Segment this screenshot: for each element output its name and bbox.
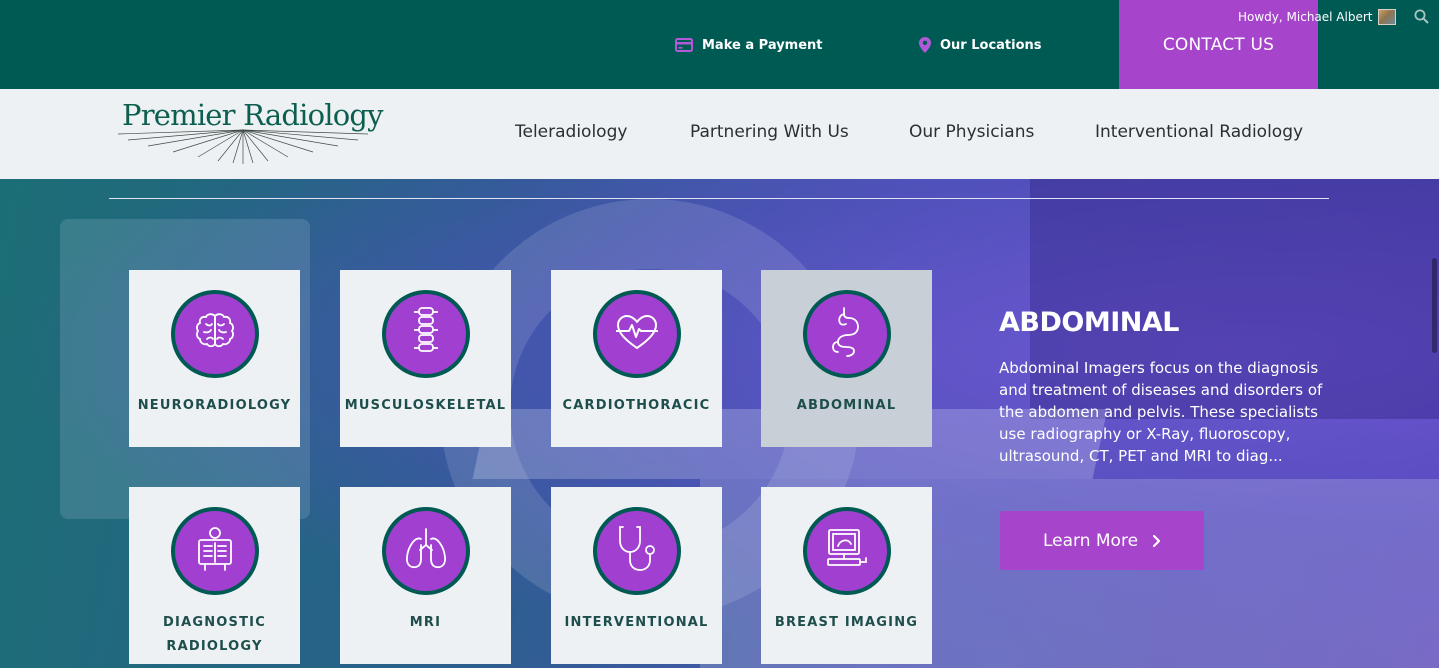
greeting-text: Howdy, Michael Albert xyxy=(1238,10,1373,24)
specialty-title: ABDOMINAL xyxy=(999,307,1179,338)
avatar xyxy=(1378,9,1397,25)
tile-cardiothoracic[interactable]: CARDIOTHORACIC xyxy=(551,270,722,447)
heart-icon xyxy=(614,312,660,356)
nav-teleradiology[interactable]: Teleradiology xyxy=(515,122,627,146)
tile-icon-circle xyxy=(802,290,891,378)
tile-label: MRI xyxy=(409,615,442,630)
tile-icon-circle xyxy=(592,507,681,595)
our-locations-link[interactable]: Our Locations xyxy=(919,36,1042,54)
tile-breast-imaging[interactable]: BREAST IMAGING xyxy=(761,487,932,664)
spine-icon xyxy=(411,306,441,362)
tile-interventional[interactable]: INTERVENTIONAL xyxy=(551,487,722,664)
tile-icon-circle xyxy=(381,507,470,595)
tile-label: ABDOMINAL xyxy=(796,398,897,413)
lungs-icon xyxy=(402,527,450,575)
tile-icon-circle xyxy=(802,507,891,595)
tile-label: NEURORADIOLOGY xyxy=(137,398,292,413)
xray-icon xyxy=(193,526,237,576)
make-payment-label: Make a Payment xyxy=(702,37,823,53)
account-greeting[interactable]: Howdy, Michael Albert xyxy=(1238,8,1397,26)
tile-label: BREAST IMAGING xyxy=(774,615,919,630)
tile-icon-circle xyxy=(592,290,681,378)
nav-interventional-radiology[interactable]: Interventional Radiology xyxy=(1095,122,1303,146)
learn-more-button[interactable]: Learn More xyxy=(1000,511,1204,570)
specialty-description: Abdominal Imagers focus on the diagnosis… xyxy=(999,359,1323,465)
tile-neuroradiology[interactable]: NEURORADIOLOGY xyxy=(129,270,300,447)
tile-icon-circle xyxy=(170,507,259,595)
tile-label: INTERVENTIONAL xyxy=(564,615,709,630)
tile-musculoskeletal[interactable]: MUSCULOSKELETAL xyxy=(340,270,511,447)
scrollbar-thumb[interactable] xyxy=(1432,258,1437,353)
credit-card-icon xyxy=(675,38,693,52)
tile-label: MUSCULOSKELETAL xyxy=(344,398,507,413)
hero-divider xyxy=(109,198,1329,199)
stomach-icon xyxy=(830,306,864,362)
tile-mri[interactable]: MRI xyxy=(340,487,511,664)
tile-abdominal[interactable]: ABDOMINAL xyxy=(761,270,932,447)
search-icon[interactable] xyxy=(1414,9,1429,28)
nav-partnering-with-us[interactable]: Partnering With Us xyxy=(690,122,849,146)
tile-icon-circle xyxy=(170,290,259,378)
tile-label: CARDIOTHORACIC xyxy=(562,398,711,413)
premier-radiology-logo[interactable]: Premier Radiology xyxy=(118,98,384,166)
nav-our-physicians[interactable]: Our Physicians xyxy=(909,122,1034,146)
location-pin-icon xyxy=(919,37,931,53)
ultrasound-icon xyxy=(824,527,870,575)
our-locations-label: Our Locations xyxy=(940,37,1042,53)
tile-icon-circle xyxy=(381,290,470,378)
logo-text: Premier Radiology xyxy=(122,98,384,132)
chevron-right-icon xyxy=(1152,534,1161,548)
tile-diagnostic-radiology[interactable]: DIAGNOSTIC RADIOLOGY xyxy=(129,487,300,664)
brain-icon xyxy=(192,312,238,356)
logo-rays-graphic xyxy=(118,129,368,164)
learn-more-label: Learn More xyxy=(1042,530,1139,551)
make-payment-link[interactable]: Make a Payment xyxy=(675,36,823,54)
stethoscope-icon xyxy=(615,524,659,578)
tile-label: DIAGNOSTIC RADIOLOGY xyxy=(163,615,266,654)
